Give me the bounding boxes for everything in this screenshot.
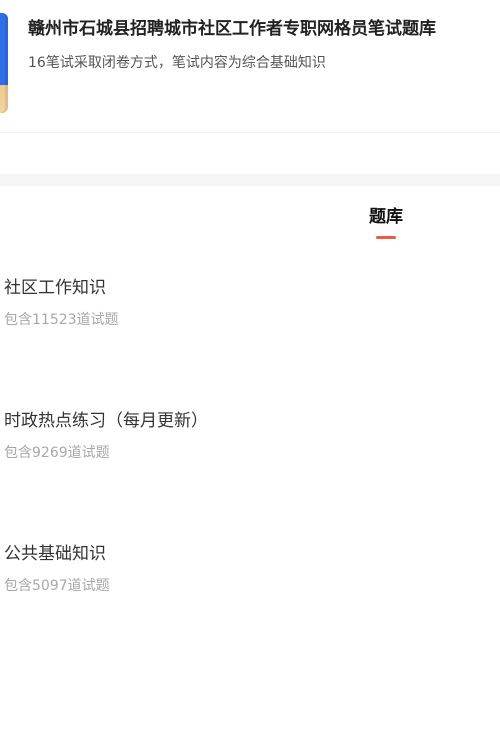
question-set-count: 包含9269道试题	[4, 445, 110, 461]
question-set-name: 社区工作知识	[4, 278, 106, 298]
question-set-count: 包含5097道试题	[4, 578, 110, 594]
question-set-item-community-work[interactable]: 社区工作知识 包含11523道试题	[0, 250, 500, 384]
active-tab-indicator	[376, 236, 396, 239]
question-bank-page: 赣州市石城县招聘城市社区工作者专职网格员笔试题库 16笔试采取闭卷方式，笔试内容…	[0, 0, 500, 750]
book-cover-icon	[0, 13, 8, 113]
question-set-item-public-knowledge[interactable]: 公共基础知识 包含5097道试题	[0, 516, 500, 649]
question-set-item-current-affairs[interactable]: 时政热点练习（每月更新） 包含9269道试题	[0, 383, 500, 517]
question-set-name: 公共基础知识	[4, 544, 106, 564]
tab-question-bank[interactable]: 题库	[355, 203, 417, 243]
question-bank-title: 赣州市石城县招聘城市社区工作者专职网格员笔试题库	[28, 19, 436, 39]
tab-question-bank-label: 题库	[369, 207, 403, 227]
question-bank-tab-bar: 题库	[0, 186, 500, 246]
question-set-name: 时政热点练习（每月更新）	[4, 411, 208, 431]
question-set-count: 包含11523道试题	[4, 312, 119, 328]
section-divider	[0, 174, 500, 186]
question-bank-description: 16笔试采取闭卷方式，笔试内容为综合基础知识	[28, 55, 326, 71]
question-bank-header-card: 赣州市石城县招聘城市社区工作者专职网格员笔试题库 16笔试采取闭卷方式，笔试内容…	[0, 0, 500, 133]
